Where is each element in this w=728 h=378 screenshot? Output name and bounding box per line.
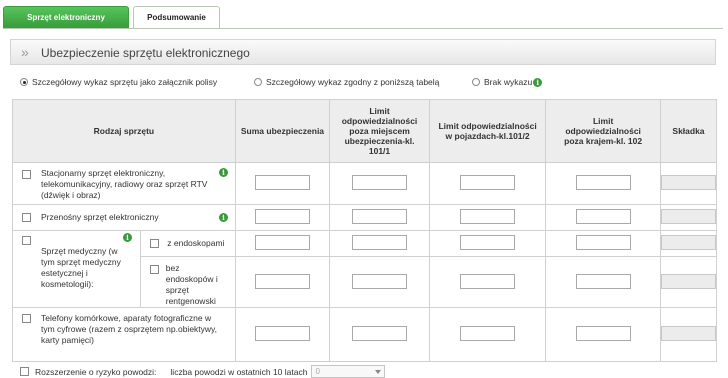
table-row: Przenośny sprzęt elektroniczny i: [12, 204, 718, 231]
sub-label-z-endoskopami: z endoskopami: [167, 238, 225, 249]
skladka-field: [660, 273, 716, 289]
limit-poza-krajem-input[interactable]: [575, 273, 631, 289]
flood-count-value: 0: [315, 367, 320, 376]
flood-extension-label: Rozszerzenie o ryzyko powodzi:: [35, 366, 157, 377]
row-label-medyczny: Sprzęt medyczny (w tym sprzęt medyczny e…: [41, 246, 121, 289]
checkbox-flood-extension[interactable]: [20, 367, 29, 376]
tab-sprzet-elektroniczny[interactable]: Sprzęt elektroniczny: [3, 6, 129, 28]
suma-input[interactable]: [254, 209, 310, 224]
radio-attachment-label: Szczegółowy wykaz sprzętu jako załącznik…: [32, 77, 218, 87]
info-icon[interactable]: i: [219, 168, 228, 177]
radio-none[interactable]: [472, 78, 480, 86]
suma-input[interactable]: [254, 235, 310, 250]
chevron-down-icon: [375, 370, 382, 374]
row-label-telefony: Telefony komórkowe, aparaty fotograficzn…: [41, 313, 218, 345]
header-suma-ubezpieczenia: Suma ubezpieczenia: [234, 99, 331, 163]
radio-none-label: Brak wykazu: [484, 77, 533, 87]
table-row: Stacjonarny sprzęt elektroniczny, teleko…: [12, 162, 718, 205]
flood-count-select[interactable]: 0: [311, 365, 386, 378]
section-header: » Ubezpieczenie sprzętu elektronicznego: [10, 39, 716, 65]
tab-divider: [3, 28, 723, 29]
radio-attachment[interactable]: [20, 78, 28, 86]
suma-input[interactable]: [254, 326, 310, 341]
header-limit-poza-krajem: Limit odpowiedzialności poza krajem-kl. …: [545, 99, 661, 163]
limit-poza-krajem-input[interactable]: [575, 235, 631, 250]
limit-pojazdy-input[interactable]: [460, 235, 516, 250]
limit-poza-miejscem-input[interactable]: [352, 326, 408, 341]
header-skladka: Składka: [659, 99, 718, 163]
radio-option-none[interactable]: Brak wykazu i: [472, 77, 543, 87]
header-limit-w-pojazdach: Limit odpowiedzialności w pojazdach-kl.1…: [428, 99, 547, 163]
limit-poza-miejscem-input[interactable]: [352, 209, 408, 224]
checkbox-medyczny[interactable]: [22, 236, 31, 245]
header-rodzaj-sprzetu: Rodzaj sprzętu: [12, 99, 236, 163]
checkbox-z-endoskopami[interactable]: [149, 239, 159, 249]
limit-poza-miejscem-input[interactable]: [352, 175, 408, 190]
info-icon[interactable]: i: [219, 213, 228, 222]
limit-poza-krajem-input[interactable]: [575, 209, 631, 224]
limit-pojazdy-input[interactable]: [460, 209, 516, 224]
skladka-field: [660, 175, 716, 190]
radio-table-label: Szczegółowy wykaz zgodny z poniższą tabe…: [266, 77, 440, 87]
tab-bar: Sprzęt elektroniczny Podsumowanie: [3, 6, 723, 28]
suma-input[interactable]: [254, 273, 310, 289]
skladka-field: [660, 326, 716, 341]
info-icon[interactable]: i: [123, 233, 132, 242]
header-limit-poza-miejscem: Limit odpowiedzialności poza miejscem ub…: [329, 99, 430, 163]
row-label-przenosny: Przenośny sprzęt elektroniczny: [41, 212, 159, 222]
limit-pojazdy-input[interactable]: [460, 326, 516, 341]
checkbox-stacjonarny[interactable]: [22, 170, 31, 179]
checkbox-telefony[interactable]: [22, 314, 31, 323]
tab-podsumowanie[interactable]: Podsumowanie: [133, 6, 220, 28]
checkbox-przenosny[interactable]: [22, 213, 31, 222]
row-label-stacjonarny: Stacjonarny sprzęt elektroniczny, teleko…: [41, 168, 208, 200]
skladka-field: [660, 209, 716, 224]
table-row: Telefony komórkowe, aparaty fotograficzn…: [12, 307, 718, 362]
equipment-table: Rodzaj sprzętu Suma ubezpieczenia Limit …: [12, 99, 718, 362]
limit-poza-krajem-input[interactable]: [575, 175, 631, 190]
sub-label-bez-endoskopow: bez endoskopów i sprzęt rentgenowski: [165, 263, 218, 306]
radio-table[interactable]: [254, 78, 262, 86]
info-icon[interactable]: i: [533, 77, 543, 87]
limit-pojazdy-input[interactable]: [460, 273, 516, 289]
limit-pojazdy-input[interactable]: [460, 175, 516, 190]
flood-count-label: liczba powodzi w ostatnich 10 latach: [170, 366, 308, 377]
limit-poza-krajem-input[interactable]: [575, 326, 631, 341]
table-row: i Sprzęt medyczny (w tym sprzęt medyczny…: [12, 230, 718, 308]
skladka-field: [660, 235, 716, 250]
checkbox-bez-endoskopow[interactable]: [149, 265, 159, 274]
limit-poza-miejscem-input[interactable]: [352, 235, 408, 250]
radio-option-attachment[interactable]: Szczegółowy wykaz sprzętu jako załącznik…: [20, 77, 217, 87]
radio-option-table[interactable]: Szczegółowy wykaz zgodny z poniższą tabe…: [254, 77, 439, 87]
suma-input[interactable]: [254, 175, 310, 190]
flood-extension-row: Rozszerzenie o ryzyko powodzi: liczba po…: [20, 365, 386, 378]
limit-poza-miejscem-input[interactable]: [352, 273, 408, 289]
chevron-right-icon: »: [21, 44, 29, 60]
section-title: Ubezpieczenie sprzętu elektronicznego: [41, 46, 250, 60]
